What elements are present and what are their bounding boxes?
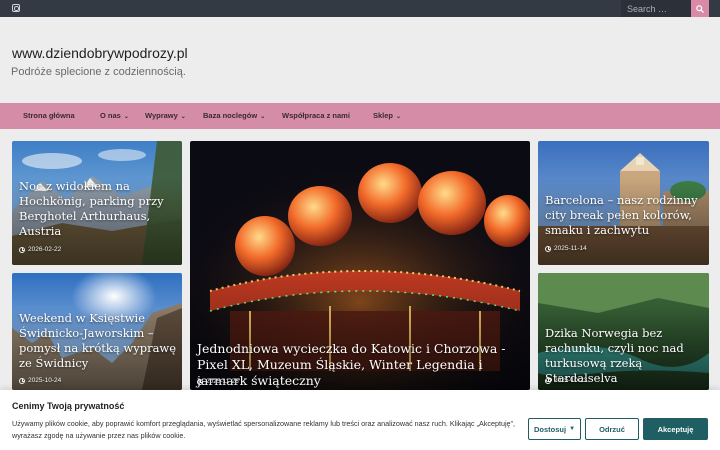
post-date-text: 2025-11-26 <box>206 378 239 385</box>
post-date: 2026-02-22 <box>19 246 61 253</box>
nav-item-baza-noclegow[interactable]: Baza noclegów ⌄ <box>203 103 265 129</box>
chevron-down-icon: ⌄ <box>180 114 186 120</box>
cookie-text: Używamy plików cookie, aby poprawić komf… <box>12 419 515 440</box>
post-card-barcelona[interactable]: Barcelona – nasz rodzinny city break peł… <box>538 141 709 265</box>
accept-label: Akceptuję <box>657 424 694 434</box>
chevron-down-icon: ⌄ <box>123 114 129 120</box>
nav-item-sklep[interactable]: Sklep ⌄ <box>373 103 401 129</box>
post-title[interactable]: Barcelona – nasz rodzinny city break peł… <box>545 193 707 238</box>
cookie-consent-banner: Cenimy Twoją prywatność Używamy plików c… <box>0 390 720 450</box>
caret-down-icon: ▼ <box>569 426 576 432</box>
clock-icon <box>545 245 551 252</box>
post-date: 2025-11-26 <box>197 378 239 385</box>
nav-label: O nas <box>100 111 121 120</box>
search-button[interactable] <box>691 0 709 17</box>
post-card-swidnica[interactable]: Weekend w Księstwie Świdnicko-Jaworskim … <box>12 273 182 390</box>
post-date-text: 2025-11-14 <box>554 245 587 252</box>
nav-item-wspolpraca[interactable]: Współpraca z nami <box>282 103 350 129</box>
instagram-icon[interactable] <box>12 4 20 12</box>
post-date-text: 2025-10-23 <box>554 377 588 384</box>
accept-button[interactable]: Akceptuję <box>643 418 708 440</box>
clock-icon <box>545 377 551 384</box>
reject-label: Odrzuć <box>599 424 625 434</box>
reject-button[interactable]: Odrzuć <box>585 418 639 440</box>
post-card-katowice[interactable]: Jednodniowa wycieczka do Katowic i Chorz… <box>190 141 530 390</box>
search-input[interactable] <box>621 0 691 17</box>
cookie-title: Cenimy Twoją prywatność <box>12 401 125 411</box>
post-title[interactable]: Weekend w Księstwie Świdnicko-Jaworskim … <box>19 311 179 371</box>
post-card-hochkonig[interactable]: Noc z widokiem na Hochkönig, parking prz… <box>12 141 182 265</box>
top-bar <box>0 0 720 17</box>
customize-label: Dostosuj <box>533 424 567 434</box>
post-date: 2025-10-24 <box>19 377 61 384</box>
post-title[interactable]: Jednodniowa wycieczka do Katowic i Chorz… <box>197 341 517 389</box>
clock-icon <box>197 378 203 385</box>
chevron-down-icon: ⌄ <box>260 114 266 120</box>
nav-label: Współpraca z nami <box>282 111 350 120</box>
post-date: 2025-11-14 <box>545 245 587 252</box>
nav-label: Baza noclegów <box>203 111 258 120</box>
clock-icon <box>19 246 25 253</box>
nav-item-strona-glowna[interactable]: Strona główna <box>23 103 75 129</box>
nav-label: Strona główna <box>23 111 75 120</box>
nav-item-wyprawy[interactable]: Wyprawy ⌄ <box>145 103 186 129</box>
main-navigation: Strona główna O nas ⌄ Wyprawy ⌄ Baza nocle… <box>0 103 720 129</box>
site-title[interactable]: www.dziendobrywpodrozy.pl <box>12 45 188 61</box>
nav-label: Wyprawy <box>145 111 178 120</box>
post-date-text: 2025-10-24 <box>28 377 62 384</box>
chevron-down-icon: ⌄ <box>396 114 402 120</box>
post-date-text: 2026-02-22 <box>28 246 62 253</box>
nav-label: Sklep <box>373 111 394 120</box>
clock-icon <box>19 377 25 384</box>
nav-item-o-nas[interactable]: O nas ⌄ <box>100 103 129 129</box>
post-title[interactable]: Noc z widokiem na Hochkönig, parking prz… <box>19 179 179 239</box>
post-date: 2025-10-23 <box>545 377 587 384</box>
search-icon <box>696 4 704 13</box>
site-description: Podróże splecione z codziennością. <box>11 66 186 78</box>
post-card-norwegia[interactable]: Dzika Norwegia bez rachunku, czyli noc n… <box>538 273 709 390</box>
customize-button[interactable]: Dostosuj ▼ <box>528 418 581 440</box>
